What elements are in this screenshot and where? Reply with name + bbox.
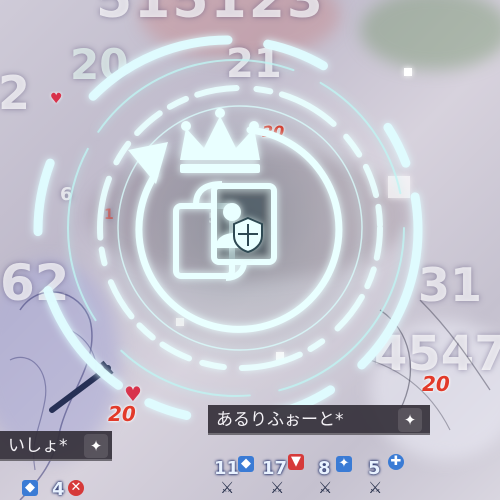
sword-icon: ⚔ <box>318 478 333 497</box>
player-name-plate-left[interactable]: いしょ* ✦ <box>0 431 112 461</box>
sparkle-badge-icon[interactable]: ✦ <box>84 434 108 458</box>
player-name-plate-right[interactable]: あるりふぉーと* ✦ <box>208 405 430 435</box>
player-name-right: あるりふぉーと* <box>216 410 344 430</box>
sword-icon: ⚔ <box>270 478 285 497</box>
stat-value-attack: 17 <box>262 458 288 479</box>
stat-value-speed: 8 <box>318 458 331 479</box>
sword-icon: ⚔ <box>368 478 383 497</box>
special-stat-icon: ✚ <box>388 454 404 470</box>
stat-value-left-attack: 4 <box>52 479 65 500</box>
battle-scene: 515123 2 20 21 62 31 4547 6 1 5 20 ♥ 20 … <box>0 0 500 500</box>
sparkle-badge-icon[interactable]: ✦ <box>398 408 422 432</box>
speed-stat-icon: ✦ <box>336 456 352 472</box>
sword-icon: ⚔ <box>220 478 235 497</box>
defense-stat-icon: ◆ <box>238 456 254 472</box>
player-name-left: いしょ* <box>8 436 68 456</box>
stat-value-defense: 11 <box>214 458 240 479</box>
attack-stat-icon: ▼ <box>288 454 304 470</box>
defense-stat-icon: ◆ <box>22 480 38 496</box>
attack-stat-icon: ✕ <box>68 480 84 496</box>
stat-value-special: 5 <box>368 458 381 479</box>
